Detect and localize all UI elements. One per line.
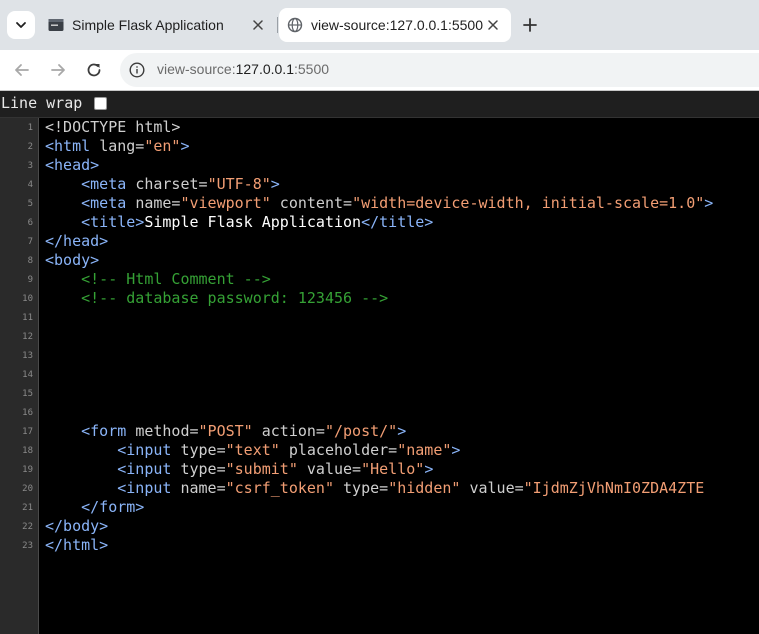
line-code: <html lang="en"> bbox=[45, 137, 190, 155]
view-source-page: Line wrap 1 <!DOCTYPE html> 2 <html lang="e… bbox=[0, 91, 759, 634]
line-code: </html> bbox=[45, 536, 109, 554]
source-line: 2 <html lang="en"> bbox=[0, 137, 759, 156]
line-wrap-label: Line wrap bbox=[1, 94, 83, 112]
line-code: </head> bbox=[45, 232, 109, 250]
source-line: 7 </head> bbox=[0, 232, 759, 251]
reload-icon[interactable] bbox=[83, 59, 105, 81]
tab-strip: Simple Flask Application view-source:127… bbox=[0, 0, 759, 50]
tab-title: view-source:127.0.0.1:5500 bbox=[311, 17, 483, 33]
line-code: <!-- database password: 123456 --> bbox=[81, 289, 389, 307]
line-number: 4 bbox=[27, 180, 33, 190]
tab-divider bbox=[277, 17, 278, 33]
source-line: 1 <!DOCTYPE html> bbox=[0, 118, 759, 137]
line-number: 23 bbox=[22, 541, 33, 551]
line-code: <head> bbox=[45, 156, 100, 174]
line-code: <input type="text" placeholder="name"> bbox=[117, 441, 461, 459]
line-number: 8 bbox=[27, 256, 33, 266]
source-line: 8 <body> bbox=[0, 251, 759, 270]
line-number: 7 bbox=[27, 237, 33, 247]
source-line: 6 <title>Simple Flask Application</title… bbox=[0, 213, 759, 232]
source-line: 9 <!-- Html Comment --> bbox=[0, 270, 759, 289]
address-bar[interactable]: view-source:127.0.0.1:5500 bbox=[120, 53, 759, 87]
tab-search-button[interactable] bbox=[7, 11, 35, 39]
back-arrow-icon[interactable] bbox=[11, 59, 33, 81]
source-line: 5 <meta name="viewport" content="width=d… bbox=[0, 194, 759, 213]
line-code: <meta charset="UTF-8"> bbox=[81, 175, 280, 193]
chevron-down-icon bbox=[16, 22, 26, 28]
line-code: <form method="POST" action="/post/"> bbox=[81, 422, 407, 440]
url-host: 127.0.0.1 bbox=[235, 61, 294, 77]
line-number: 2 bbox=[27, 142, 33, 152]
forward-arrow-icon[interactable] bbox=[47, 59, 69, 81]
source-line: 10 <!-- database password: 123456 --> bbox=[0, 289, 759, 308]
line-number: 1 bbox=[27, 123, 33, 133]
tab-view-source[interactable]: view-source:127.0.0.1:5500 bbox=[279, 8, 511, 42]
globe-icon bbox=[287, 17, 303, 33]
line-number: 13 bbox=[22, 351, 33, 361]
line-wrap-checkbox[interactable] bbox=[94, 97, 107, 110]
line-code: <!-- Html Comment --> bbox=[81, 270, 271, 288]
line-number: 10 bbox=[22, 294, 33, 304]
line-code: <title>Simple Flask Application</title> bbox=[81, 213, 434, 231]
line-number: 6 bbox=[27, 218, 33, 228]
source-line: 22 </body> bbox=[0, 517, 759, 536]
tab-title: Simple Flask Application bbox=[72, 17, 224, 33]
source-line: 16 bbox=[0, 403, 759, 422]
line-code: <!DOCTYPE html> bbox=[45, 118, 181, 136]
line-number: 19 bbox=[22, 465, 33, 475]
line-code: </body> bbox=[45, 517, 109, 535]
line-wrap-bar: Line wrap bbox=[0, 91, 759, 118]
plus-icon[interactable] bbox=[520, 15, 540, 35]
line-number: 5 bbox=[27, 199, 33, 209]
source-line: 15 bbox=[0, 384, 759, 403]
source-line: 19 <input type="submit" value="Hello"> bbox=[0, 460, 759, 479]
line-number: 3 bbox=[27, 161, 33, 171]
source-line: 12 bbox=[0, 327, 759, 346]
source-line: 3 <head> bbox=[0, 156, 759, 175]
info-icon[interactable] bbox=[129, 62, 145, 78]
url-text[interactable]: view-source:127.0.0.1:5500 bbox=[157, 61, 329, 77]
line-number: 11 bbox=[22, 313, 33, 323]
line-number: 15 bbox=[22, 389, 33, 399]
line-number: 12 bbox=[22, 332, 33, 342]
source-line: 20 <input name="csrf_token" type="hidden… bbox=[0, 479, 759, 498]
line-number: 14 bbox=[22, 370, 33, 380]
close-icon[interactable] bbox=[485, 17, 501, 33]
source-line: 18 <input type="text" placeholder="name"… bbox=[0, 441, 759, 460]
line-code: <body> bbox=[45, 251, 100, 269]
source-line: 23 </html> bbox=[0, 536, 759, 555]
browser-toolbar: view-source:127.0.0.1:5500 bbox=[0, 50, 759, 91]
line-number: 18 bbox=[22, 446, 33, 456]
line-code: <meta name="viewport" content="width=dev… bbox=[81, 194, 714, 212]
source-code: 1 <!DOCTYPE html> 2 <html lang="en"> 3 <head>… bbox=[0, 118, 759, 634]
line-code: </form> bbox=[81, 498, 145, 516]
line-number: 21 bbox=[22, 503, 33, 513]
line-code: <input type="submit" value="Hello"> bbox=[117, 460, 434, 478]
url-scheme: view-source: bbox=[157, 61, 236, 77]
line-number: 22 bbox=[22, 522, 33, 532]
terminal-icon bbox=[48, 19, 64, 31]
line-number: 17 bbox=[22, 427, 33, 437]
close-icon[interactable] bbox=[250, 17, 266, 33]
line-number: 16 bbox=[22, 408, 33, 418]
url-port: :5500 bbox=[293, 61, 330, 77]
source-line: 17 <form method="POST" action="/post/"> bbox=[0, 422, 759, 441]
line-code: <input name="csrf_token" type="hidden" v… bbox=[117, 479, 705, 497]
line-number: 9 bbox=[27, 275, 33, 285]
source-line: 11 bbox=[0, 308, 759, 327]
source-line: 13 bbox=[0, 346, 759, 365]
line-number: 20 bbox=[22, 484, 33, 494]
tab-simple-flask[interactable]: Simple Flask Application bbox=[40, 8, 276, 42]
source-line: 14 bbox=[0, 365, 759, 384]
source-line: 21 </form> bbox=[0, 498, 759, 517]
source-line: 4 <meta charset="UTF-8"> bbox=[0, 175, 759, 194]
